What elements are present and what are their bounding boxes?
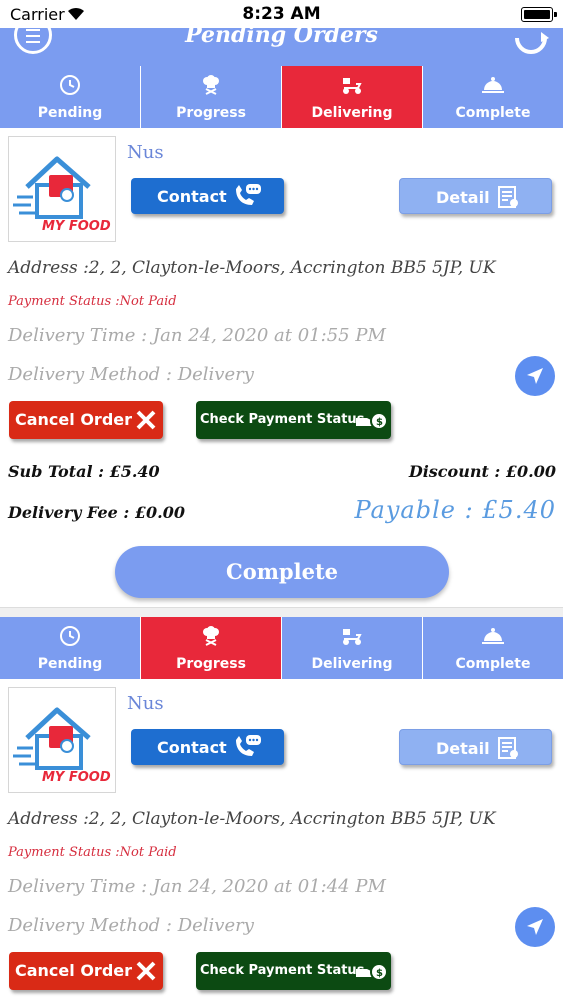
tab-pending[interactable]: Pending [0,66,141,128]
detail-button[interactable]: Detail [399,729,552,765]
contact-button[interactable]: Contact [131,178,284,214]
order-address: Address :2, 2, Clayton-le-Moors, Accring… [8,809,496,829]
page-title: Pending Orders [185,28,378,48]
tab-progress[interactable]: Progress [141,617,282,679]
svg-text:$: $ [376,968,383,979]
delivery-time: Delivery Time : Jan 24, 2020 at 01:55 PM [8,325,386,346]
close-icon [136,961,156,981]
order-status-tabs: Pending Progress Delivering Complete [0,66,563,128]
check-payment-label: Check Payment Status [200,412,365,427]
customer-name: Nus [127,693,164,714]
check-payment-status-button[interactable]: Check Payment Status $ [196,952,391,990]
complete-order-button[interactable]: Complete [115,546,449,598]
order-divider [0,607,563,617]
close-icon [136,410,156,430]
phone-chat-icon [236,735,261,756]
pending-icon [60,626,80,646]
contact-label: Contact [157,738,227,757]
delivery-scooter-icon [343,78,362,94]
restaurant-logo: MY FOOD [8,136,116,242]
pending-icon [60,75,80,95]
document-icon [498,737,518,759]
navigation-arrow-icon [527,368,543,384]
refresh-icon[interactable] [511,28,551,56]
tab-delivering-label: Delivering [311,105,393,121]
order-status-tabs: Pending Progress Delivering Complete [0,617,563,679]
cancel-order-label: Cancel Order [15,410,133,429]
tab-complete-label: Complete [455,105,531,121]
cloche-icon [482,77,504,93]
tab-delivering[interactable]: Delivering [282,617,423,679]
tab-progress-label: Progress [176,105,246,121]
nav-bar: Pending Orders [0,28,563,66]
detail-label: Detail [436,188,490,207]
check-payment-label: Check Payment Status [200,963,365,978]
chef-hat-icon [203,75,219,95]
tab-complete-label: Complete [455,656,531,672]
chef-hat-icon [203,626,219,646]
status-time: 8:23 AM [242,4,321,24]
delivery-time: Delivery Time : Jan 24, 2020 at 01:44 PM [8,876,386,897]
logo-text: MY FOOD [42,770,111,785]
cancel-order-button[interactable]: Cancel Order [9,952,163,990]
tab-delivering[interactable]: Delivering [282,66,423,128]
payable-total: Payable : £5.40 [354,496,556,524]
customer-name: Nus [127,142,164,163]
navigate-button[interactable] [515,356,555,396]
detail-button[interactable]: Detail [399,178,552,214]
cancel-order-button[interactable]: Cancel Order [9,401,163,439]
status-bar: Carrier 8:23 AM [0,0,563,28]
tab-progress[interactable]: Progress [141,66,282,128]
battery-icon [521,7,557,22]
tab-complete[interactable]: Complete [423,66,563,128]
tab-pending-label: Pending [37,656,103,672]
tab-delivering-label: Delivering [311,656,393,672]
check-payment-status-button[interactable]: Check Payment Status $ [196,401,391,439]
subtotal: Sub Total : £5.40 [8,462,160,481]
restaurant-logo: MY FOOD [8,687,116,793]
cash-hand-icon: $ [356,963,388,981]
tab-pending-label: Pending [37,105,103,121]
payment-status: Payment Status :Not Paid [8,294,177,309]
navigation-arrow-icon [527,919,543,935]
tab-progress-label: Progress [176,656,246,672]
delivery-scooter-icon [343,629,362,645]
logo-text: MY FOOD [42,219,111,234]
navigate-button[interactable] [515,907,555,947]
detail-label: Detail [436,739,490,758]
delivery-method: Delivery Method : Delivery [8,915,254,936]
svg-text:$: $ [376,417,383,428]
cloche-icon [482,628,504,644]
cash-hand-icon: $ [356,412,388,430]
tab-complete[interactable]: Complete [423,617,563,679]
delivery-fee: Delivery Fee : £0.00 [8,503,185,522]
delivery-method: Delivery Method : Delivery [8,364,254,385]
tab-pending[interactable]: Pending [0,617,141,679]
document-icon [498,186,518,208]
contact-label: Contact [157,187,227,206]
payment-status: Payment Status :Not Paid [8,845,177,860]
phone-chat-icon [236,184,261,205]
cancel-order-label: Cancel Order [15,961,133,980]
contact-button[interactable]: Contact [131,729,284,765]
order-address: Address :2, 2, Clayton-le-Moors, Accring… [8,258,496,278]
discount: Discount : £0.00 [408,462,556,481]
